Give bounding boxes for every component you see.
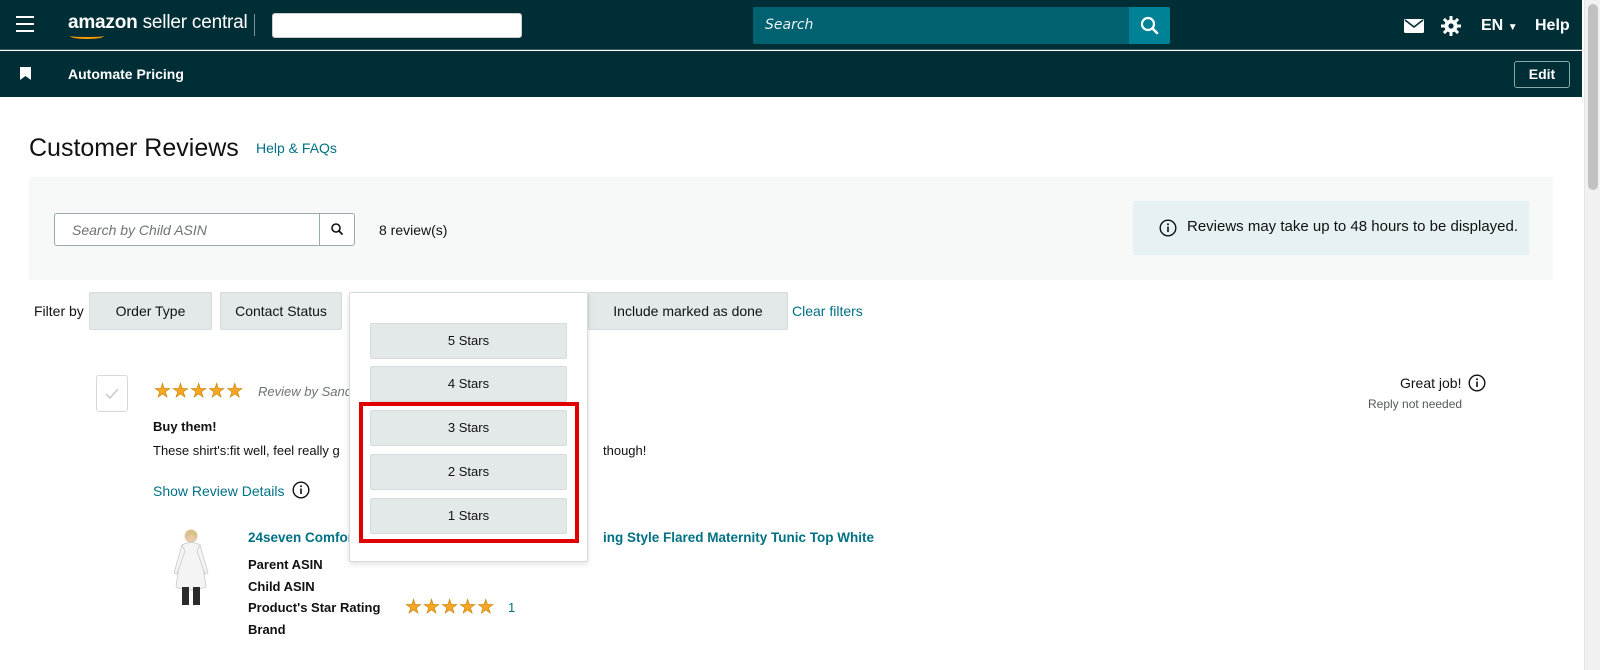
star-icon: ★ (190, 380, 208, 402)
info-icon[interactable] (292, 481, 310, 499)
product-star-rating-label: Product's Star Rating (248, 600, 381, 615)
bookmark-search-input[interactable] (272, 13, 522, 38)
show-details-label: Show Review Details (153, 483, 285, 499)
star-icon: ★ (154, 380, 172, 402)
star-icon: ★ (477, 596, 495, 618)
language-selector[interactable]: EN ▼ (1481, 17, 1518, 35)
brand-label: Brand (248, 622, 286, 637)
nav-divider (254, 14, 255, 36)
global-search-input[interactable]: Search (753, 7, 1131, 44)
page-scrollbar[interactable] (1584, 0, 1600, 670)
asin-search-button[interactable] (319, 213, 355, 246)
star-icon: ★ (405, 596, 423, 618)
star-icon: ★ (208, 380, 226, 402)
contact-status-filter-button[interactable]: Contact Status (220, 292, 342, 330)
scrollbar-thumb[interactable] (1588, 4, 1598, 190)
review-checkbox[interactable] (96, 375, 128, 412)
child-asin-search-input[interactable]: Search by Child ASIN (54, 213, 320, 246)
notice-text: Reviews may take up to 48 hours to be di… (1187, 218, 1519, 235)
top-navigation-bar: amazon seller central Search EN ▼ Help (0, 0, 1582, 50)
include-marked-done-button[interactable]: Include marked as done (588, 292, 788, 330)
star-icon: ★ (459, 596, 477, 618)
order-type-filter-button[interactable]: Order Type (89, 292, 212, 330)
reply-status: Reply not needed (1368, 397, 1463, 411)
filter-by-label: Filter by (34, 303, 84, 319)
highlight-annotation-box (359, 402, 579, 543)
search-icon (331, 223, 343, 235)
product-star-rating: ★ ★ ★ ★ ★ (405, 596, 495, 618)
bookmark-icon[interactable] (20, 67, 31, 80)
option-4-stars[interactable]: 4 Stars (370, 366, 567, 402)
display-delay-notice: Reviews may take up to 48 hours to be di… (1133, 201, 1529, 255)
product-title-end[interactable]: ing Style Flared Maternity Tunic Top Whi… (603, 530, 874, 545)
parent-asin-label: Parent ASIN (248, 557, 323, 572)
global-search-button[interactable] (1129, 7, 1170, 44)
logo-product: seller central (137, 12, 248, 33)
automate-pricing-link[interactable]: Automate Pricing (68, 66, 184, 82)
logo-brand: amazon (68, 12, 138, 33)
review-star-rating: ★ ★ ★ ★ ★ (154, 380, 244, 402)
review-status: Great job! (1400, 374, 1486, 392)
bookmark-bar: Automate Pricing Edit (0, 51, 1582, 97)
gear-icon[interactable] (1441, 16, 1461, 36)
product-rating-count[interactable]: 1 (508, 600, 515, 615)
hamburger-icon[interactable] (16, 16, 34, 32)
check-icon (105, 388, 119, 400)
search-icon (1140, 16, 1159, 35)
review-title: Buy them! (153, 419, 217, 434)
mail-icon[interactable] (1404, 19, 1424, 33)
info-icon (1159, 219, 1177, 237)
info-icon[interactable] (1468, 374, 1486, 392)
product-image[interactable] (168, 527, 214, 607)
review-body-start: These shirt's:fit well, feel really g (153, 443, 340, 458)
seller-central-logo[interactable]: amazon seller central (68, 12, 248, 39)
product-title-start[interactable]: 24seven Comfor (248, 530, 353, 545)
review-status-label: Great job! (1400, 375, 1462, 391)
logo-smile (70, 33, 104, 39)
option-5-stars[interactable]: 5 Stars (370, 323, 567, 359)
clear-filters-link[interactable]: Clear filters (792, 303, 863, 319)
page-title: Customer Reviews (29, 134, 239, 162)
star-icon: ★ (226, 380, 244, 402)
reviewer-name: Review by Sand (258, 384, 352, 399)
help-link[interactable]: Help (1535, 17, 1570, 35)
star-icon: ★ (423, 596, 441, 618)
star-icon: ★ (441, 596, 459, 618)
help-faqs-link[interactable]: Help & FAQs (256, 140, 337, 156)
search-panel: Search by Child ASIN 8 review(s) Reviews… (29, 177, 1553, 280)
show-review-details-link[interactable]: Show Review Details (153, 481, 310, 499)
star-icon: ★ (172, 380, 190, 402)
edit-bookmarks-button[interactable]: Edit (1514, 61, 1570, 88)
review-body-end: though! (603, 443, 647, 458)
child-asin-label: Child ASIN (248, 579, 315, 594)
caret-down-icon: ▼ (1507, 22, 1518, 33)
review-count: 8 review(s) (379, 222, 448, 238)
language-label: EN (1481, 17, 1504, 34)
